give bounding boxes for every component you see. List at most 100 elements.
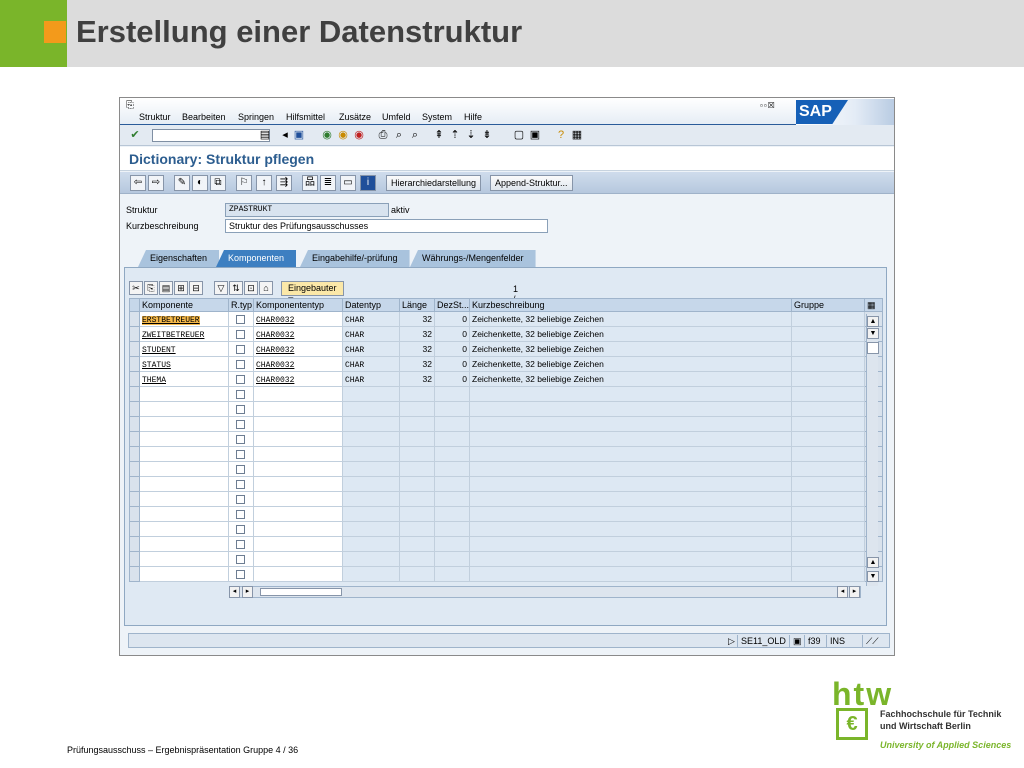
cell-kurzbeschreibung[interactable] (469, 416, 792, 432)
cell-komponententyp[interactable]: CHAR0032 (253, 326, 343, 342)
cell-komponente[interactable]: STUDENT (139, 341, 229, 357)
col-gruppe[interactable]: Gruppe (791, 298, 865, 312)
info-icon[interactable]: i (360, 175, 376, 191)
menu-hilfsmittel[interactable]: Hilfsmittel (286, 112, 325, 122)
table-row[interactable] (129, 491, 883, 507)
cell-dezst[interactable] (434, 566, 470, 582)
cell-komponententyp[interactable] (253, 401, 343, 417)
rtyp-checkbox[interactable] (236, 450, 245, 460)
cell-komponententyp[interactable] (253, 521, 343, 537)
cell-laenge[interactable]: 32 (399, 311, 435, 327)
cell-komponente[interactable] (139, 461, 229, 477)
row-selector[interactable] (129, 326, 140, 342)
activate-icon[interactable]: ↑ (256, 175, 272, 191)
table-row[interactable] (129, 431, 883, 447)
cell-datentyp[interactable] (342, 401, 400, 417)
table-row[interactable] (129, 476, 883, 492)
hscroll-thumb[interactable] (260, 588, 342, 596)
cell-laenge[interactable] (399, 476, 435, 492)
cell-kurzbeschreibung[interactable] (469, 536, 792, 552)
table-row[interactable] (129, 416, 883, 432)
cell-gruppe[interactable] (791, 506, 865, 522)
paste-icon[interactable]: ▤ (159, 281, 173, 295)
enter-icon[interactable]: ✔ (128, 128, 142, 142)
cell-gruppe[interactable] (791, 491, 865, 507)
row-selector[interactable] (129, 431, 140, 447)
cell-datentyp[interactable]: CHAR (342, 356, 400, 372)
scroll-page-down-icon[interactable]: ▼ (867, 571, 879, 582)
cell-kurzbeschreibung[interactable]: Zeichenkette, 32 beliebige Zeichen (469, 311, 792, 327)
builtin-type-button[interactable]: Eingebauter Typ (281, 281, 344, 306)
back-small-icon[interactable]: ◂ (278, 128, 292, 142)
cell-datentyp[interactable]: CHAR (342, 326, 400, 342)
cell-rtyp[interactable] (228, 416, 254, 432)
scroll-thumb[interactable] (867, 342, 879, 354)
cell-gruppe[interactable] (791, 326, 865, 342)
cell-komponententyp[interactable] (253, 506, 343, 522)
row-selector[interactable] (129, 446, 140, 462)
row-selector[interactable] (129, 506, 140, 522)
cell-laenge[interactable] (399, 431, 435, 447)
cell-komponente[interactable] (139, 566, 229, 582)
hscroll-left-icon[interactable]: ◂ (229, 586, 240, 598)
table-row[interactable] (129, 551, 883, 567)
cell-rtyp[interactable] (228, 506, 254, 522)
cut-icon[interactable]: ✂ (129, 281, 143, 295)
row-selector[interactable] (129, 536, 140, 552)
command-history-icon[interactable]: ▤ (258, 128, 272, 142)
cell-komponente[interactable] (139, 386, 229, 402)
cell-komponententyp[interactable] (253, 446, 343, 462)
col-dezst[interactable]: DezSt... (434, 298, 470, 312)
table-row[interactable] (129, 446, 883, 462)
cell-datentyp[interactable]: CHAR (342, 341, 400, 357)
command-field[interactable] (152, 129, 270, 142)
row-selector[interactable] (129, 566, 140, 582)
row-selector[interactable] (129, 341, 140, 357)
cell-kurzbeschreibung[interactable]: Zeichenkette, 32 beliebige Zeichen (469, 326, 792, 342)
display-object-list-icon[interactable]: ≣ (320, 175, 336, 191)
rtyp-checkbox[interactable] (236, 375, 245, 385)
forward-arrow-icon[interactable]: ⇨ (148, 175, 164, 191)
cell-rtyp[interactable] (228, 461, 254, 477)
rtyp-checkbox[interactable] (236, 315, 245, 325)
row-selector[interactable] (129, 551, 140, 567)
cell-rtyp[interactable] (228, 401, 254, 417)
cell-komponente[interactable] (139, 401, 229, 417)
cell-gruppe[interactable] (791, 416, 865, 432)
col-kurzbeschreibung[interactable]: Kurzbeschreibung (469, 298, 792, 312)
cell-komponententyp[interactable] (253, 551, 343, 567)
cell-rtyp[interactable] (228, 491, 254, 507)
cell-komponente[interactable] (139, 416, 229, 432)
tab-waehrungsfelder[interactable]: Währungs-/Mengenfelder (410, 250, 536, 267)
cell-rtyp[interactable] (228, 446, 254, 462)
col-datentyp[interactable]: Datentyp (342, 298, 400, 312)
cell-laenge[interactable] (399, 566, 435, 582)
col-komponente[interactable]: Komponente (139, 298, 229, 312)
cell-dezst[interactable] (434, 476, 470, 492)
cell-dezst[interactable] (434, 446, 470, 462)
rtyp-checkbox[interactable] (236, 555, 245, 565)
active-inactive-icon[interactable]: ◐ (192, 175, 208, 191)
cell-rtyp[interactable] (228, 371, 254, 387)
cell-kurzbeschreibung[interactable] (469, 431, 792, 447)
cell-komponententyp[interactable]: CHAR0032 (253, 311, 343, 327)
hscroll-right-icon[interactable]: ▸ (242, 586, 253, 598)
cell-laenge[interactable] (399, 521, 435, 537)
scroll-page-up-icon[interactable]: ▲ (867, 557, 879, 568)
cell-gruppe[interactable] (791, 401, 865, 417)
rtyp-checkbox[interactable] (236, 360, 245, 370)
cell-datentyp[interactable] (342, 536, 400, 552)
tab-eigenschaften[interactable]: Eigenschaften (138, 250, 220, 267)
cell-datentyp[interactable] (342, 521, 400, 537)
rtyp-checkbox[interactable] (236, 510, 245, 520)
cell-datentyp[interactable] (342, 491, 400, 507)
cell-komponententyp[interactable] (253, 416, 343, 432)
cell-dezst[interactable] (434, 416, 470, 432)
rtyp-checkbox[interactable] (236, 330, 245, 340)
cell-laenge[interactable] (399, 506, 435, 522)
exit-icon[interactable]: ◉ (336, 128, 350, 142)
cell-rtyp[interactable] (228, 521, 254, 537)
cell-laenge[interactable] (399, 551, 435, 567)
details-icon[interactable]: ⊡ (244, 281, 258, 295)
tab-eingabehilfe[interactable]: Eingabehilfe/-prüfung (300, 250, 410, 267)
